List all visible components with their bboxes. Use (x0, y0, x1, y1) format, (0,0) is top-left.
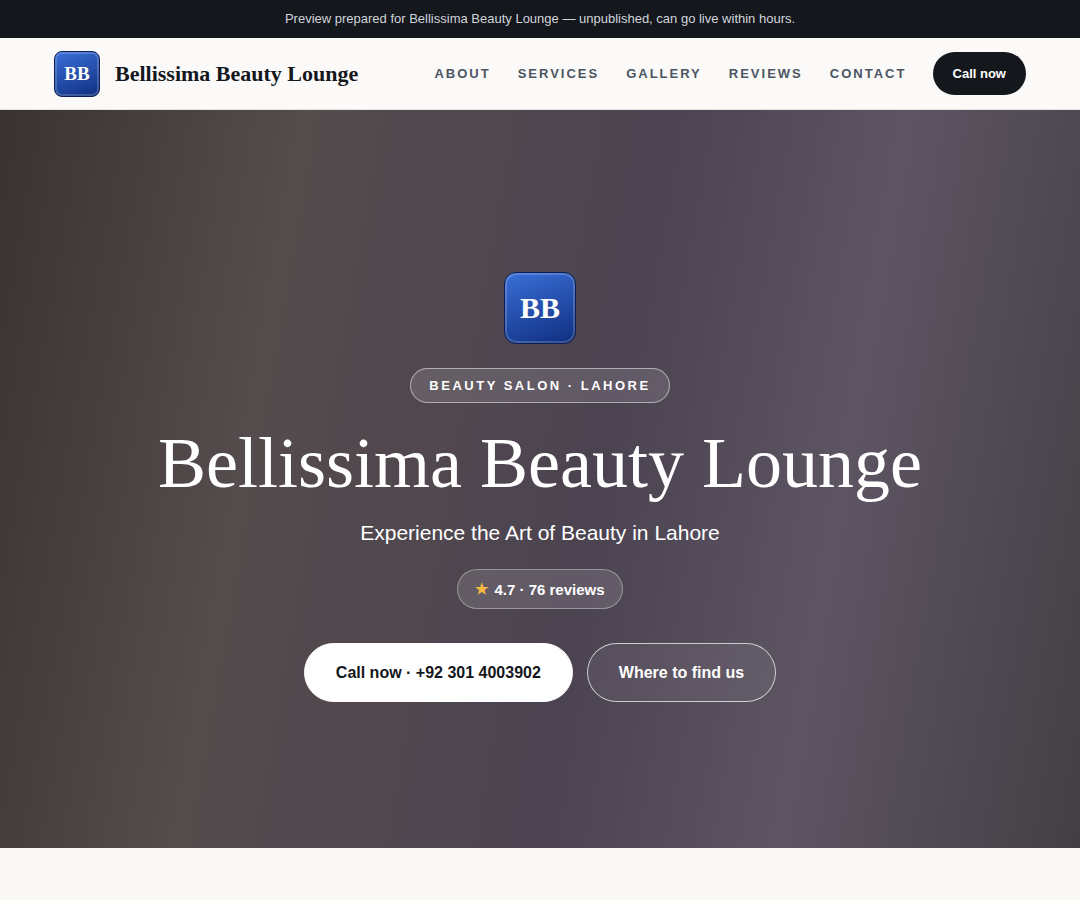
hero-subtitle: Experience the Art of Beauty in Lahore (360, 519, 720, 547)
nav-item[interactable]: CONTACT (830, 66, 907, 81)
hero-actions: Call now · +92 301 4003902Where to find … (304, 643, 776, 702)
next-section (0, 848, 1080, 900)
page: Preview prepared for Bellissima Beauty L… (0, 0, 1080, 900)
nav-item[interactable]: SERVICES (518, 66, 600, 81)
hero: BB BEAUTY SALON · LAHORE Bellissima Beauty… (0, 110, 1080, 848)
main-nav: ABOUT SERVICES GALLERY REVIEWS CONTACT (434, 66, 906, 81)
category-badge: BEAUTY SALON · LAHORE (410, 368, 669, 403)
hero-content: BB BEAUTY SALON · LAHORE Bellissima Beauty… (0, 110, 1080, 702)
rating-text: 4.7 · 76 reviews (494, 581, 604, 598)
preview-banner: Preview prepared for Bellissima Beauty L… (0, 0, 1080, 38)
nav-item[interactable]: REVIEWS (729, 66, 803, 81)
logo-icon: BB (54, 51, 100, 97)
hero-button[interactable]: Call now · +92 301 4003902 (304, 643, 573, 702)
hero-title: Bellissima Beauty Lounge (158, 421, 922, 505)
site-header: BB Bellissima Beauty Lounge ABOUT SERVICES G… (0, 38, 1080, 110)
call-now-button[interactable]: Call now (933, 52, 1026, 95)
brand[interactable]: BB Bellissima Beauty Lounge (54, 51, 358, 97)
rating-pill: ★ 4.7 · 76 reviews (457, 569, 622, 609)
nav-item[interactable]: GALLERY (626, 66, 702, 81)
star-icon: ★ (475, 580, 488, 598)
hero-logo-icon: BB (504, 272, 576, 344)
hero-button[interactable]: Where to find us (587, 643, 776, 702)
brand-name: Bellissima Beauty Lounge (115, 61, 358, 87)
nav-item[interactable]: ABOUT (434, 66, 490, 81)
